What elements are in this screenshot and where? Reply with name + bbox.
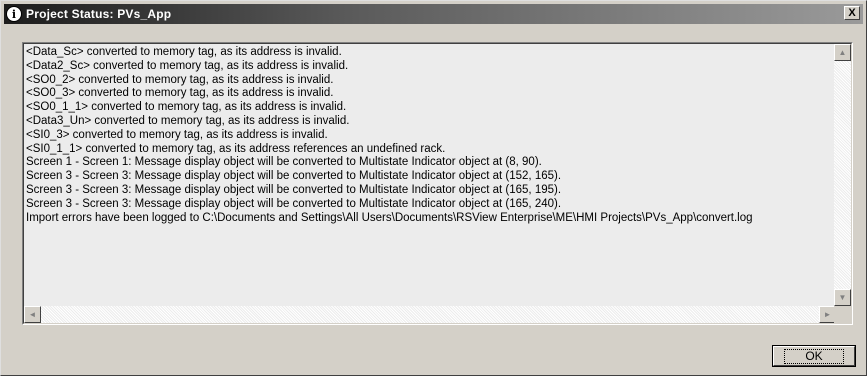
arrow-down-icon: ▼ bbox=[838, 292, 847, 302]
close-icon: X bbox=[848, 6, 856, 19]
project-status-dialog: i Project Status: PVs_App X <Data_Sc> co… bbox=[0, 0, 867, 376]
log-line: <SO0_3> converted to memory tag, as its … bbox=[26, 87, 334, 100]
log-text: <Data_Sc> converted to memory tag, as it… bbox=[26, 46, 832, 225]
scroll-up-button[interactable]: ▲ bbox=[834, 44, 851, 61]
log-line: <SI0_3> converted to memory tag, as its … bbox=[26, 128, 328, 141]
vertical-scrollbar[interactable]: ▲ ▼ bbox=[834, 44, 851, 306]
log-line: Screen 3 - Screen 3: Message display obj… bbox=[26, 170, 562, 183]
log-textbox[interactable]: <Data_Sc> converted to memory tag, as it… bbox=[22, 42, 853, 325]
scroll-left-button[interactable]: ◄ bbox=[24, 306, 41, 323]
log-line: Screen 3 - Screen 3: Message display obj… bbox=[26, 183, 562, 196]
ok-button[interactable]: OK bbox=[772, 345, 856, 367]
scroll-down-button[interactable]: ▼ bbox=[834, 289, 851, 306]
title-bar[interactable]: i Project Status: PVs_App X bbox=[4, 4, 863, 24]
log-line: <Data2_Sc> converted to memory tag, as i… bbox=[26, 59, 349, 72]
log-line: <SO0_1_1> converted to memory tag, as it… bbox=[26, 101, 347, 114]
ok-button-face: OK bbox=[773, 346, 855, 366]
log-viewport: <Data_Sc> converted to memory tag, as it… bbox=[23, 43, 852, 324]
close-button[interactable]: X bbox=[844, 6, 860, 20]
horizontal-scrollbar[interactable]: ◄ ► bbox=[24, 306, 836, 323]
log-line: <Data_Sc> converted to memory tag, as it… bbox=[26, 46, 342, 58]
arrow-left-icon: ◄ bbox=[28, 309, 37, 319]
arrow-right-icon: ► bbox=[823, 309, 832, 319]
info-icon: i bbox=[6, 6, 22, 22]
log-line: Screen 3 - Screen 3: Message display obj… bbox=[26, 197, 562, 210]
log-line: Import errors have been logged to C:\Doc… bbox=[26, 211, 753, 224]
log-line: <SI0_1_1> converted to memory tag, as it… bbox=[26, 142, 446, 155]
window-title: Project Status: PVs_App bbox=[26, 7, 172, 21]
log-line: Screen 1 - Screen 1: Message display obj… bbox=[26, 156, 542, 169]
log-line: <SO0_2> converted to memory tag, as its … bbox=[26, 73, 334, 86]
scrollbar-corner bbox=[834, 306, 851, 323]
ok-button-label: OK bbox=[784, 348, 844, 364]
arrow-up-icon: ▲ bbox=[838, 47, 847, 57]
log-line: <Data3_Un> converted to memory tag, as i… bbox=[26, 114, 350, 127]
